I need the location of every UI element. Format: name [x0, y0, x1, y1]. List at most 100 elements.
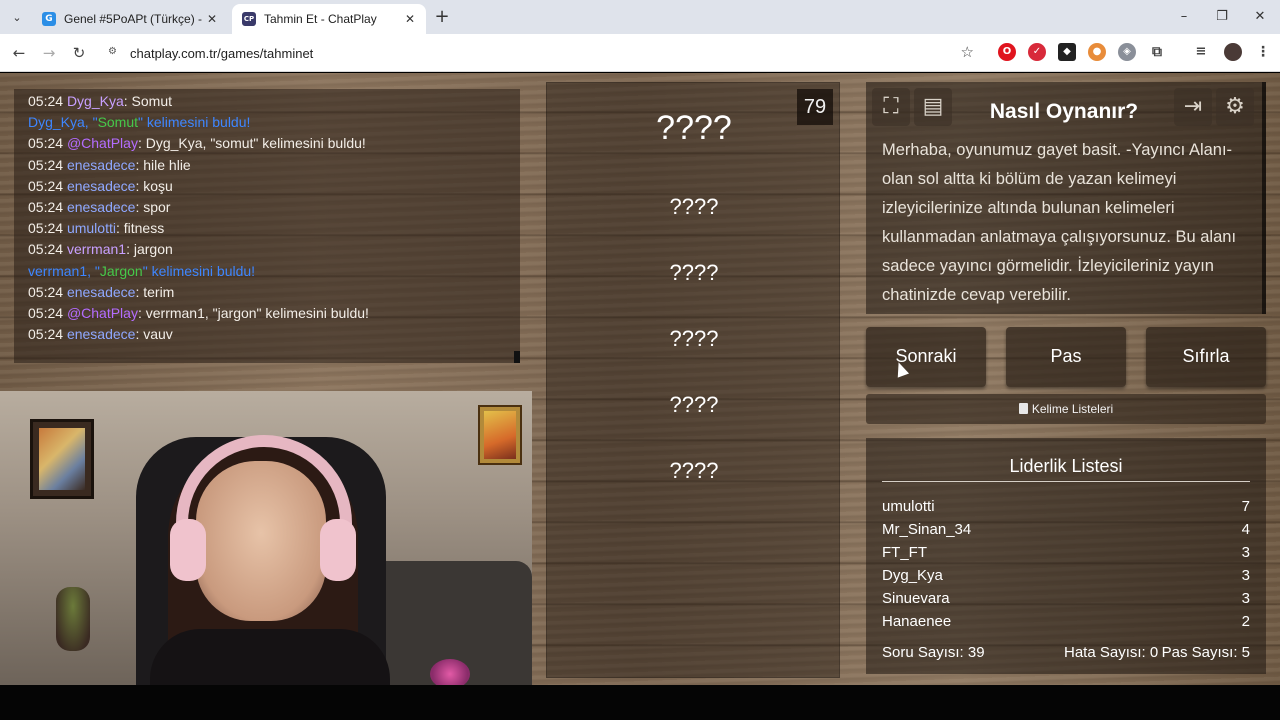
- chat-username: umulotti: [66, 220, 116, 237]
- menu-kebab-icon[interactable]: ⋮: [1254, 43, 1272, 61]
- restore-icon[interactable]: ❐: [1208, 6, 1236, 28]
- address-bar[interactable]: ⚙ chatplay.com.tr/games/tahminet ☆: [100, 39, 980, 67]
- leaderboard-row: umulotti 7: [882, 498, 1250, 521]
- system-text: " kelimesini buldu!: [138, 114, 251, 131]
- shield-extension-icon[interactable]: ◈: [1118, 43, 1136, 61]
- player-name: FT_FT: [882, 544, 927, 561]
- url-text: chatplay.com.tr/games/tahminet: [130, 45, 314, 61]
- plant: [56, 587, 90, 651]
- leaderboard-row: Dyg_Kya 3: [882, 567, 1250, 590]
- chat-scrollbar[interactable]: [514, 351, 520, 363]
- question-count: Soru Sayısı: 39: [882, 644, 985, 661]
- forbidden-word: ????: [669, 392, 719, 417]
- red-extension-icon[interactable]: ✓: [1028, 43, 1046, 61]
- found-word: Somut: [97, 114, 139, 131]
- dark-extension-icon[interactable]: ◆: [1058, 43, 1076, 61]
- chat-timestamp: 05:24: [28, 177, 64, 194]
- chat-system-message: verrman1, "Jargon" kelimesini buldu!: [28, 263, 520, 284]
- tab-title: Genel #5PoAPt (Türkçe) - Gartic: [64, 12, 204, 26]
- player-name: umulotti: [882, 498, 935, 515]
- book-icon: [1018, 403, 1028, 414]
- chat-timestamp: 05:24: [28, 156, 64, 173]
- extensions-puzzle-icon[interactable]: ⧉: [1148, 43, 1166, 61]
- browser-tab-gartic[interactable]: G Genel #5PoAPt (Türkçe) - Gartic ✕: [32, 4, 228, 34]
- word-panel: 79 ???? ???? ???? ???? ???? ????: [546, 82, 840, 678]
- found-word: Jargon: [99, 262, 143, 279]
- divider: [882, 481, 1250, 482]
- chat-message: 05:24 @ChatPlay: verrman1, "jargon" keli…: [28, 305, 520, 326]
- player-name: Dyg_Kya: [882, 567, 943, 584]
- chat-message: 05:24 enesadece: terim: [28, 284, 520, 305]
- chat-username: @ChatPlay: [66, 304, 138, 321]
- minimize-icon[interactable]: –: [1170, 6, 1198, 28]
- profile-avatar[interactable]: [1224, 43, 1242, 61]
- reset-button[interactable]: Sıfırla: [1146, 327, 1266, 387]
- chat-timestamp: 05:24: [28, 220, 64, 237]
- pass-button[interactable]: Pas: [1006, 327, 1126, 387]
- chat-text: Somut: [131, 93, 172, 109]
- chat-message: 05:24 @ChatPlay: Dyg_Kya, "somut" kelime…: [28, 135, 520, 156]
- close-tab-icon[interactable]: ✕: [204, 11, 220, 27]
- error-count: Hata Sayısı: 0: [1064, 644, 1159, 661]
- bookmark-star-icon[interactable]: ☆: [961, 43, 974, 61]
- chatplay-favicon-icon: CP: [242, 12, 256, 26]
- player-score: 7: [1241, 498, 1250, 515]
- orange-extension-icon[interactable]: ●: [1088, 43, 1106, 61]
- reload-icon[interactable]: ↻: [68, 42, 90, 64]
- next-button[interactable]: Sonraki: [866, 327, 986, 387]
- chat-username: enesadece: [66, 198, 136, 215]
- word-lists-button[interactable]: Kelime Listeleri: [866, 394, 1266, 424]
- exit-icon[interactable]: ⇥: [1174, 88, 1212, 126]
- chat-timestamp: 05:24: [28, 283, 64, 300]
- leaderboard-title: Liderlik Listesi: [1009, 456, 1123, 476]
- new-tab-icon[interactable]: +: [432, 8, 452, 28]
- chat-message: 05:24 enesadece: vauv: [28, 326, 520, 347]
- player-score: 3: [1241, 544, 1250, 561]
- opera-extension-icon[interactable]: O: [998, 43, 1016, 61]
- wall-poster: [478, 405, 522, 465]
- player-name: Hanaenee: [882, 613, 952, 630]
- chat-message: 05:24 umulotti: fitness: [28, 220, 520, 241]
- player-name: Mr_Sinan_34: [882, 521, 972, 538]
- chat-message: 05:24 enesadece: hile hlie: [28, 157, 520, 178]
- player-name: Sinuevara: [882, 590, 950, 607]
- browser-tab-chatplay[interactable]: CP Tahmin Et - ChatPlay ✕: [232, 4, 426, 34]
- chat-username: Dyg_Kya: [66, 93, 124, 109]
- chat-timestamp: 05:24: [28, 135, 64, 152]
- chat-text: terim: [143, 283, 175, 300]
- how-to-scrollbar[interactable]: [1262, 82, 1266, 314]
- forbidden-word: ????: [669, 458, 719, 483]
- chat-separator: :: [126, 241, 134, 258]
- media-control-icon[interactable]: ≡: [1192, 43, 1210, 61]
- chat-username: @ChatPlay: [66, 135, 138, 152]
- tab-title: Tahmin Et - ChatPlay: [264, 12, 377, 26]
- chat-lines: 05:24 Dyg_Kya: Somut Dyg_Kya, "Somut" kel…: [28, 93, 520, 347]
- system-text: Dyg_Kya, ": [28, 114, 98, 131]
- gear-icon[interactable]: ⚙: [1216, 88, 1254, 126]
- chat-timestamp: 05:24: [28, 198, 64, 215]
- player-score: 4: [1241, 521, 1250, 538]
- leaderboard-panel: Liderlik Listesi umulotti 7 Mr_Sinan_34 4 …: [866, 438, 1266, 674]
- chat-text: spor: [143, 198, 171, 215]
- chat-username: enesadece: [66, 177, 136, 194]
- main-word: ????: [656, 109, 732, 147]
- close-window-icon[interactable]: ✕: [1246, 6, 1274, 28]
- close-tab-icon[interactable]: ✕: [402, 11, 418, 27]
- chat-text: fitness: [123, 220, 165, 237]
- back-icon[interactable]: ←: [8, 42, 30, 64]
- how-to-play-text: Merhaba, oyunumuz gayet basit. -Yayıncı …: [882, 141, 1237, 304]
- chat-message: 05:24 verrman1: jargon: [28, 241, 520, 262]
- leaderboard-row: Hanaenee 2: [882, 613, 1250, 636]
- forward-icon[interactable]: →: [38, 42, 60, 64]
- forbidden-word: ????: [669, 260, 719, 285]
- site-info-icon[interactable]: ⚙: [108, 46, 122, 60]
- game-page: 05:24 Dyg_Kya: Somut Dyg_Kya, "Somut" kel…: [0, 73, 1280, 685]
- chat-text: hile hlie: [143, 156, 191, 173]
- chat-text: verrman1, "jargon" kelimesini buldu!: [145, 304, 369, 321]
- leaderboard-row: Sinuevara 3: [882, 590, 1250, 613]
- chat-username: enesadece: [66, 283, 136, 300]
- tab-search-dropdown-icon[interactable]: ⌄: [6, 6, 28, 28]
- chat-timestamp: 05:24: [28, 241, 64, 258]
- leaderboard-row: FT_FT 3: [882, 544, 1250, 567]
- chat-separator: :: [123, 93, 132, 109]
